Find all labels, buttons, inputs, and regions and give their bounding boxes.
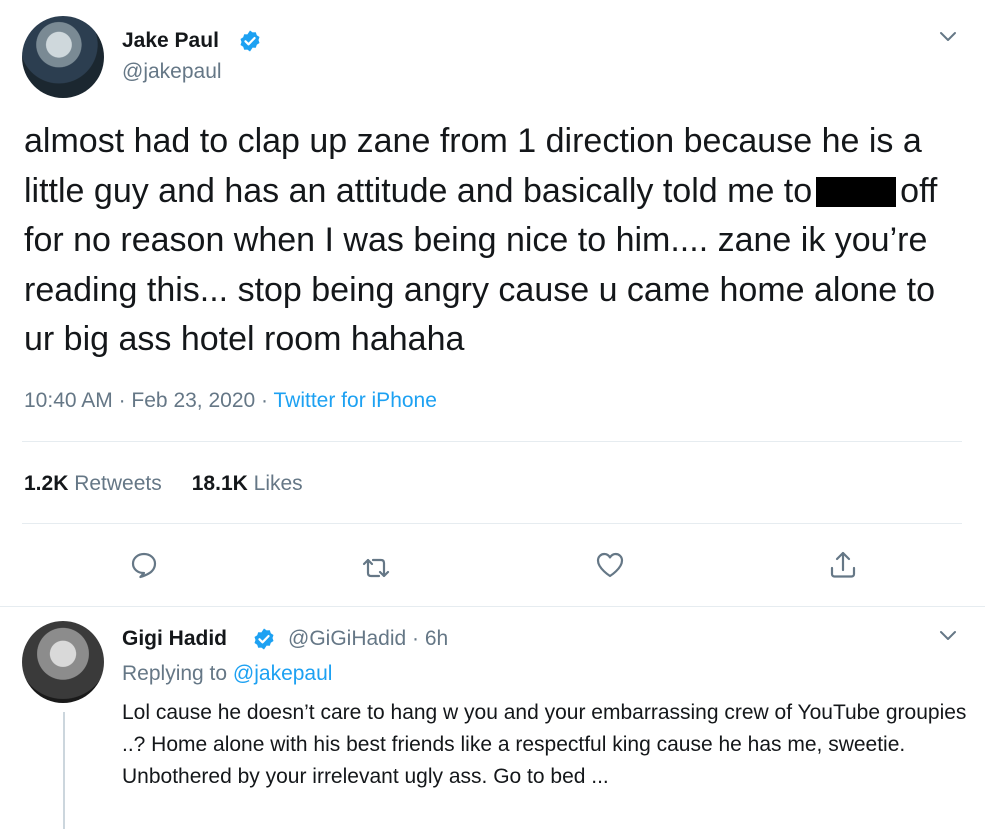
redaction-bar — [816, 176, 897, 207]
chevron-down-icon[interactable] — [939, 31, 957, 43]
tweet-text: almost had to clap up zane from 1 direct… — [24, 117, 974, 365]
like-icon[interactable] — [594, 549, 626, 581]
retweets-label: Retweets — [74, 472, 162, 495]
reply-handle-line: @GiGiHadid · 6h — [288, 627, 448, 651]
avatar-gigi-hadid[interactable] — [22, 621, 104, 703]
replying-prefix: Replying to — [122, 662, 228, 685]
verified-icon — [254, 628, 274, 650]
verified-icon — [240, 30, 260, 52]
likes-stat[interactable]: 18.1K Likes — [192, 472, 303, 495]
tweet-time[interactable]: 10:40 AM — [24, 389, 113, 412]
likes-count: 18.1K — [191, 472, 248, 495]
replying-to: Replying to @jakepaul — [122, 662, 332, 686]
reply-icon[interactable] — [128, 549, 160, 581]
divider — [22, 441, 962, 442]
author-handle[interactable]: @jakepaul — [122, 60, 222, 84]
reply-handle[interactable]: @GiGiHadid — [288, 627, 406, 650]
replying-to-link[interactable]: @jakepaul — [233, 662, 333, 685]
avatar-jake-paul[interactable] — [22, 16, 104, 98]
meta-separator: · — [412, 627, 420, 650]
divider — [22, 523, 962, 524]
author-name[interactable]: Jake Paul — [122, 29, 219, 53]
reply-author-name[interactable]: Gigi Hadid — [122, 627, 227, 651]
meta-separator: · — [118, 389, 126, 412]
tweet-stats: 1.2K Retweets 18.1K Likes — [24, 472, 303, 496]
tweet-date[interactable]: Feb 23, 2020 — [131, 389, 255, 412]
tweet-meta: 10:40 AM · Feb 23, 2020 · Twitter for iP… — [24, 389, 437, 413]
retweet-icon[interactable] — [360, 552, 392, 584]
reply-age[interactable]: 6h — [425, 627, 448, 650]
retweets-stat[interactable]: 1.2K Retweets — [24, 472, 162, 495]
retweets-count: 1.2K — [24, 472, 69, 495]
share-icon[interactable] — [827, 549, 859, 581]
tweet-client[interactable]: Twitter for iPhone — [274, 389, 437, 412]
likes-label: Likes — [253, 472, 303, 495]
chevron-down-icon[interactable] — [939, 630, 957, 642]
thread-line — [63, 712, 65, 829]
meta-separator: · — [261, 389, 269, 412]
tweet-text-part1: almost had to clap up zane from 1 direct… — [24, 122, 922, 210]
divider — [0, 606, 985, 607]
reply-text: Lol cause he doesn’t care to hang w you … — [122, 701, 967, 788]
